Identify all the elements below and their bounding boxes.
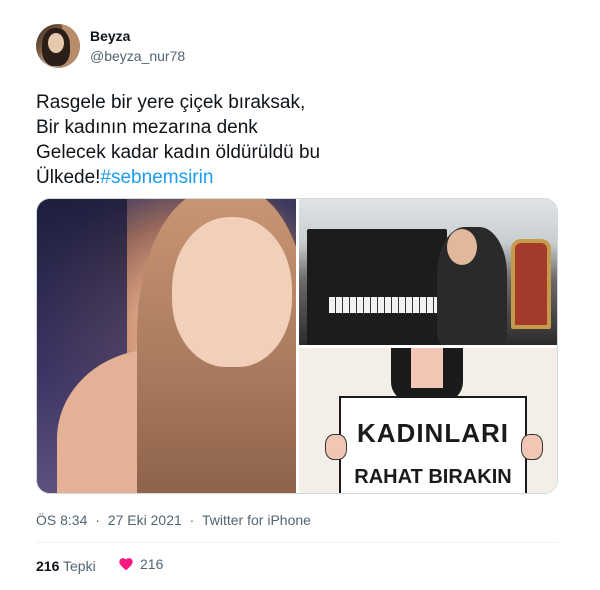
media-grid: KADINLARI RAHAT BIRAKIN xyxy=(36,198,558,494)
meta-separator: · xyxy=(95,512,100,528)
tweet-metadata: ÖS 8:34 · 27 Eki 2021 · Twitter for iPho… xyxy=(36,512,315,528)
illustration-left-hand xyxy=(325,434,347,460)
tweet-text: Rasgele bir yere çiçek bıraksak, Bir kad… xyxy=(36,90,556,190)
avatar-face xyxy=(48,33,64,53)
illustration-right-hand xyxy=(521,434,543,460)
reactions-stat[interactable]: 216 Tepki xyxy=(36,558,96,574)
tweet-line-3: Gelecek kadar kadın öldürüldü bu xyxy=(36,142,321,163)
tweet-line-2: Bir kadının mezarına denk xyxy=(36,117,258,138)
tweet-line-1: Rasgele bir yere çiçek bıraksak, xyxy=(36,92,306,113)
image-person-face xyxy=(447,229,477,265)
tweet-source[interactable]: Twitter for iPhone xyxy=(202,512,311,528)
reactions-count: 216 xyxy=(36,558,60,574)
media-image-1[interactable] xyxy=(37,199,296,493)
media-image-2[interactable] xyxy=(299,199,557,345)
like-count: 216 xyxy=(140,556,164,572)
tweet-date[interactable]: 27 Eki 2021 xyxy=(108,512,182,528)
illustration-neck xyxy=(411,348,443,388)
author-name[interactable]: Beyza xyxy=(90,28,130,44)
protest-sign: KADINLARI RAHAT BIRAKIN xyxy=(339,396,527,493)
image-piano xyxy=(307,229,447,345)
tweet-card: Beyza @beyza_nur78 Rasgele bir yere çiçe… xyxy=(0,0,600,590)
meta-separator: · xyxy=(189,512,195,528)
image-face xyxy=(172,217,292,367)
hashtag-link[interactable]: #sebnemsirin xyxy=(100,167,213,188)
tweet-line-4: Ülkede!#sebnemsirin xyxy=(36,165,556,190)
media-image-3[interactable]: KADINLARI RAHAT BIRAKIN xyxy=(299,348,557,493)
divider xyxy=(36,542,558,543)
image-piano-keys xyxy=(329,297,439,313)
author-handle[interactable]: @beyza_nur78 xyxy=(90,48,185,64)
like-button[interactable]: 216 xyxy=(118,556,163,572)
tweet-time[interactable]: ÖS 8:34 xyxy=(36,512,87,528)
sign-text-line-2: RAHAT BIRAKIN xyxy=(354,466,512,488)
heart-icon xyxy=(119,558,133,571)
tweet-line-4-text: Ülkede! xyxy=(36,167,101,188)
sign-text-line-1: KADINLARI xyxy=(357,418,509,448)
image-chair xyxy=(511,239,551,329)
reactions-label: Tepki xyxy=(63,558,96,574)
avatar[interactable] xyxy=(36,24,80,68)
